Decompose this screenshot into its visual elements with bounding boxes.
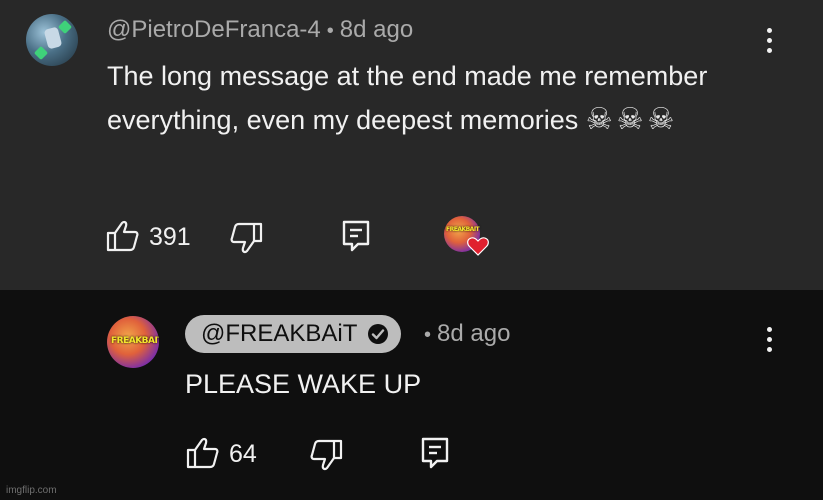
comment-meta: • 8d ago [418,320,510,348]
skull-emoji: ☠☠☠ [585,102,679,137]
thumbs-up-icon[interactable] [106,220,140,252]
comment-time[interactable]: 8d ago [437,320,510,347]
reply-icon[interactable] [341,219,371,253]
more-vert-icon[interactable] [767,327,773,357]
creator-name-chip[interactable]: @FREAKBAiT [185,315,402,353]
avatar[interactable]: FREAKBAIT [107,316,159,368]
like-count: 64 [229,440,257,468]
watermark: imgflip.com [6,485,57,496]
comment-meta: @PietroDeFranca-4 • 8d ago [107,16,413,44]
creator-heart-avatar: FREAKBAIT [444,216,489,256]
avatar-text: FREAKBAIT [111,336,159,346]
creator-heart-avatar-text: FREAKBAIT [446,226,480,233]
thumbs-up-icon[interactable] [186,437,220,469]
comment-time[interactable]: 8d ago [340,16,413,43]
comment-text: PLEASE WAKE UP [185,369,422,399]
comment-author: @FREAKBAiT [201,320,358,347]
meta-separator: • [326,20,334,42]
comment-author[interactable]: @PietroDeFranca-4 [107,16,321,43]
reply-icon[interactable] [420,436,450,470]
heart-icon [467,237,489,256]
like-count: 391 [149,223,191,251]
comment-card-1: @PietroDeFranca-4 • 8d ago The long messag… [0,0,823,290]
thumbs-down-icon[interactable] [309,439,343,471]
checkmark-circle-icon [368,324,389,344]
thumbs-down-icon[interactable] [229,222,263,254]
meta-separator: • [424,324,432,346]
avatar[interactable] [26,14,78,66]
comment-text: The long message at the end made me reme… [107,54,727,142]
more-vert-icon[interactable] [767,28,773,58]
